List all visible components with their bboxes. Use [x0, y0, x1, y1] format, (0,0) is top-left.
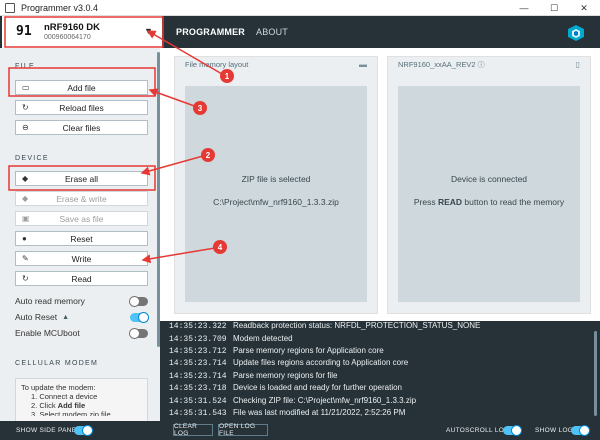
log-line: 14:35:23.709 Modem detected [169, 334, 293, 344]
enable-mcuboot-label: Enable MCUboot [15, 328, 80, 338]
annotation-badge-1: 1 [220, 69, 234, 83]
log-scrollbar[interactable] [594, 331, 597, 416]
show-log-label: SHOW LOG [535, 427, 574, 434]
auto-reset-label: Auto Reset [15, 312, 58, 322]
chevron-down-icon[interactable]: ▼ [144, 26, 153, 36]
reset-button[interactable]: ● Reset [15, 231, 148, 246]
file-status: ZIP file is selected [241, 174, 311, 184]
file-memory-area: ZIP file is selected C:\Project\mfw_nrf9… [185, 86, 367, 302]
reload-files-button[interactable]: ↻ Reload files [15, 100, 148, 115]
add-file-label: Add file [67, 82, 96, 93]
write-button[interactable]: ✎ Write [15, 251, 148, 266]
device-memory-title: NRF9160_xxAA_REV2 ⓘ [398, 60, 485, 69]
modem-step-3: 3. Select modem zip file [31, 410, 111, 416]
window-title: Programmer v3.0.4 [21, 2, 99, 13]
enable-mcuboot-row: Enable MCUboot [15, 327, 148, 339]
modem-instructions: To update the modem: 1. Connect a device… [15, 378, 148, 421]
autoscroll-log-toggle[interactable] [503, 425, 522, 436]
eraser-icon: ◆ [22, 194, 29, 203]
annotation-badge-4: 4 [213, 240, 227, 254]
add-file-button[interactable]: ▭ Add file [15, 80, 148, 95]
clear-files-label: Clear files [62, 122, 101, 133]
log-line: 14:35:23.718 Device is loaded and ready f… [169, 383, 402, 393]
clear-log-button[interactable]: CLEAR LOG [173, 423, 213, 437]
log-panel[interactable]: 14:35:23.322 Readback protection status: … [160, 321, 600, 421]
clear-files-button[interactable]: ⊖ Clear files [15, 120, 148, 135]
tab-programmer[interactable]: PROGRAMMER [176, 27, 245, 37]
log-line: 14:35:23.714 Parse memory regions for fil… [169, 371, 338, 381]
reload-icon: ↻ [22, 103, 29, 112]
erase-write-label: Erase & write [56, 193, 107, 204]
refresh-icon: ↻ [22, 274, 29, 283]
clear-icon: ⊖ [22, 123, 29, 132]
log-line: 14:35:23.712 Parse memory regions for App… [169, 346, 384, 356]
enable-mcuboot-toggle[interactable] [129, 328, 148, 339]
dot-icon: ● [22, 234, 27, 243]
nordic-logo-icon [568, 25, 584, 41]
device-hint: Press READ button to read the memory [413, 197, 565, 207]
save-icon: ▣ [22, 214, 30, 223]
modem-step-2: 2. Click Add file [31, 401, 86, 410]
file-section-title: FILE [15, 63, 35, 70]
folder-icon: ▭ [22, 83, 30, 92]
erase-write-button[interactable]: ◆ Erase & write [15, 191, 148, 206]
app-icon [5, 2, 15, 13]
auto-read-memory-toggle[interactable] [129, 296, 148, 307]
show-side-panel-toggle[interactable] [74, 425, 93, 436]
log-line: 14:35:23.322 Readback protection status: … [169, 321, 481, 331]
auto-reset-toggle[interactable] [130, 312, 149, 323]
autoscroll-log-label: AUTOSCROLL LOG [446, 427, 510, 434]
read-button[interactable]: ↻ Read [15, 271, 148, 286]
annotation-badge-2: 2 [201, 148, 215, 162]
info-icon: ⓘ [477, 62, 485, 69]
erase-all-label: Erase all [64, 173, 99, 184]
auto-read-memory-row: Auto read memory [15, 295, 148, 307]
window-titlebar: Programmer v3.0.4 — ☐ ✕ [0, 0, 600, 16]
modem-intro: To update the modem: [21, 383, 96, 392]
warning-icon: ▲ [62, 313, 69, 321]
device-serial: 000960064170 [44, 34, 91, 41]
cellular-modem-section-title: CELLULAR MODEM [15, 360, 99, 367]
annotation-badge-3: 3 [193, 101, 207, 115]
maximize-button[interactable]: ☐ [542, 0, 566, 16]
device-section-title: DEVICE [15, 155, 49, 162]
device-memory-area: Device is connected Press READ button to… [398, 86, 580, 302]
file-memory-panel: File memory layout ▬ ZIP file is selecte… [174, 56, 378, 314]
pencil-icon: ✎ [22, 254, 29, 263]
modem-step-1: 1. Connect a device [31, 392, 98, 401]
write-label: Write [71, 253, 92, 264]
show-log-toggle[interactable] [571, 425, 590, 436]
footer-bar: SHOW SIDE PANEL CLEAR LOG OPEN LOG FILE … [0, 421, 600, 440]
auto-read-memory-label: Auto read memory [15, 296, 85, 306]
log-line: 14:35:31.524 Checking ZIP file: C:\Projec… [169, 396, 417, 406]
open-log-file-button[interactable]: OPEN LOG FILE [218, 423, 268, 437]
folder-icon[interactable]: ▬ [359, 60, 367, 69]
device-name: nRF9160 DK [44, 22, 100, 33]
save-as-file-button[interactable]: ▣ Save as file [15, 211, 148, 226]
auto-reset-row: Auto Reset ▲ [15, 311, 149, 323]
minimize-button[interactable]: — [512, 0, 536, 16]
tab-about[interactable]: ABOUT [256, 27, 288, 37]
reload-files-label: Reload files [59, 102, 104, 113]
erase-all-button[interactable]: ◆ Erase all [15, 171, 148, 186]
log-line: 14:35:23.714 Update files regions accordi… [169, 358, 409, 368]
show-side-panel-label: SHOW SIDE PANEL [16, 427, 81, 434]
save-as-file-label: Save as file [59, 213, 104, 224]
file-path: C:\Project\mfw_nrf9160_1.3.3.zip [213, 197, 339, 207]
board-logo-icon: 91 [16, 24, 32, 39]
read-label: Read [71, 273, 92, 284]
close-button[interactable]: ✕ [572, 0, 596, 16]
file-memory-title: File memory layout [185, 60, 249, 69]
log-line: 14:35:31.543 File was last modified at 11… [169, 408, 406, 418]
device-status: Device is connected [450, 174, 528, 184]
device-icon: ▯ [575, 60, 580, 69]
eraser-icon: ◆ [22, 174, 29, 183]
reset-label: Reset [70, 233, 93, 244]
device-memory-panel: NRF9160_xxAA_REV2 ⓘ ▯ Device is connecte… [387, 56, 591, 314]
device-selector[interactable]: 91 nRF9160 DK 000960064170 ▼ [2, 16, 162, 48]
